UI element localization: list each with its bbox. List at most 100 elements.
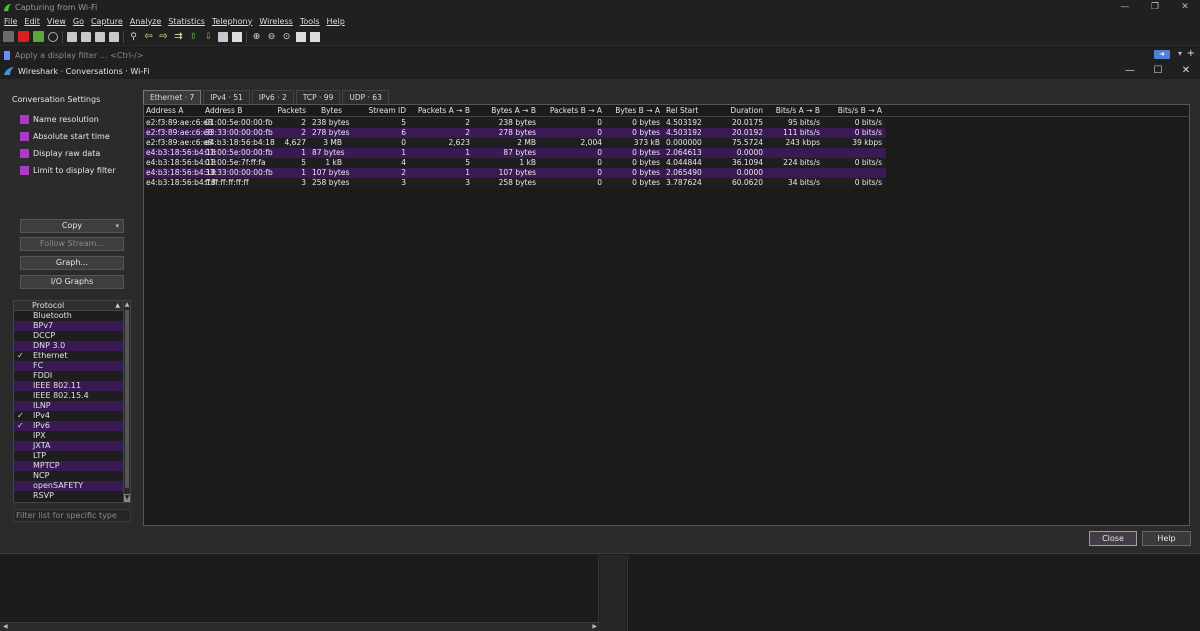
list-item[interactable]: LTP — [14, 451, 124, 461]
list-item[interactable]: FC — [14, 361, 124, 371]
list-item[interactable]: MPTCP — [14, 461, 124, 471]
first-packet-icon[interactable]: ⇧ — [188, 31, 199, 42]
protocol-list[interactable]: Protocol ▲ Bluetooth BPv7 DCCP DNP 3.0 ✓ Ethe… — [13, 300, 131, 503]
menu-help[interactable]: Help — [327, 17, 345, 26]
list-item[interactable]: NCP — [14, 471, 124, 481]
apply-filter-icon[interactable]: ➜ — [1154, 50, 1170, 59]
menu-analyze[interactable]: Analyze — [130, 17, 162, 26]
column-header[interactable]: Rel Start — [666, 106, 698, 115]
table-row[interactable]: e2:f3:89:ae:c6:e8 e4:b3:18:56:b4:18 4,627 3… — [144, 138, 886, 148]
scroll-down-icon[interactable]: ▼ — [124, 494, 130, 502]
go-back-icon[interactable]: ⇦ — [143, 31, 154, 42]
menu-file[interactable]: File — [4, 17, 17, 26]
scroll-right-icon[interactable]: ▶ — [592, 623, 597, 630]
close-file-icon[interactable] — [95, 31, 105, 42]
stop-capture-icon[interactable] — [18, 31, 29, 42]
graph-button[interactable]: Graph... — [20, 256, 124, 270]
column-header[interactable]: Bytes — [312, 106, 342, 115]
pane-splitter[interactable] — [600, 555, 626, 631]
list-item[interactable]: ILNP — [14, 401, 124, 411]
follow-stream-button[interactable]: Follow Stream... — [20, 237, 124, 251]
list-item[interactable]: openSAFETY — [14, 481, 124, 491]
menu-view[interactable]: View — [47, 17, 66, 26]
list-item[interactable]: IEEE 802.15.4 — [14, 391, 124, 401]
packet-bytes-pane[interactable] — [627, 555, 1200, 631]
conversations-table[interactable]: Address A Address B Packets Bytes Stream ID P… — [143, 104, 1190, 526]
close-window-button[interactable]: ✕ — [1170, 0, 1200, 14]
display-filter-input[interactable]: Apply a display filter … <Ctrl-/> — [15, 51, 143, 60]
absolute-start-time-checkbox[interactable]: Absolute start time — [20, 132, 110, 141]
column-header[interactable]: Bytes A → B — [474, 106, 536, 115]
table-row[interactable]: e4:b3:18:56:b4:18 33:33:00:00:00:fb 1 107 b… — [144, 168, 886, 178]
list-item[interactable]: RSVP — [14, 491, 124, 501]
table-row[interactable]: e4:b3:18:56:b4:18 01:00:5e:7f:ff:fa 5 1 kB 4… — [144, 158, 886, 168]
scroll-up-icon[interactable]: ▲ — [124, 301, 130, 309]
go-forward-icon[interactable]: ⇨ — [158, 31, 169, 42]
protocol-list-scrollbar[interactable]: ▲ ▼ — [123, 301, 130, 502]
autoscroll-icon[interactable] — [218, 31, 228, 42]
normal-size-icon[interactable]: ⊙ — [281, 31, 292, 42]
list-item[interactable]: DNP 3.0 — [14, 341, 124, 351]
protocol-filter-input[interactable]: Filter list for specific type — [13, 509, 131, 522]
last-packet-icon[interactable]: ⇩ — [203, 31, 214, 42]
list-item[interactable]: ✓ Ethernet — [14, 351, 124, 361]
layout-icon[interactable] — [310, 31, 320, 42]
scroll-left-icon[interactable]: ◀ — [3, 623, 8, 630]
column-header[interactable]: Bits/s A → B — [770, 106, 820, 115]
checkbox-checked-icon[interactable] — [20, 166, 29, 175]
menu-wireless[interactable]: Wireless — [259, 17, 292, 26]
copy-button[interactable]: Copy ▾ — [20, 219, 124, 233]
column-header[interactable]: Address B — [205, 106, 242, 115]
column-header[interactable]: Packets A → B — [408, 106, 470, 115]
table-row[interactable]: e2:f3:89:ae:c6:e8 33:33:00:00:00:fb 2 278 b… — [144, 128, 886, 138]
menu-go[interactable]: Go — [73, 17, 84, 26]
tab-ipv4[interactable]: IPv4 · 51 — [203, 90, 250, 104]
check-icon[interactable]: ✓ — [17, 421, 24, 431]
resize-columns-icon[interactable] — [296, 31, 306, 42]
filter-dropdown-icon[interactable]: ▾ — [1178, 49, 1182, 58]
dialog-close-x-button[interactable]: ✕ — [1172, 63, 1200, 79]
bookmark-icon[interactable] — [4, 50, 10, 60]
scrollbar-thumb[interactable] — [125, 310, 129, 488]
reload-file-icon[interactable] — [109, 31, 119, 42]
packet-list-pane[interactable] — [0, 555, 599, 622]
limit-to-display-filter-checkbox[interactable]: Limit to display filter — [20, 166, 116, 175]
table-row[interactable]: e4:b3:18:56:b4:18 01:00:5e:00:00:fb 1 87 by… — [144, 148, 886, 158]
find-packet-icon[interactable]: ⚲ — [128, 31, 139, 42]
menu-tools[interactable]: Tools — [300, 17, 320, 26]
tab-ipv6[interactable]: IPv6 · 2 — [251, 90, 294, 104]
close-button[interactable]: Close — [1089, 531, 1137, 546]
check-icon[interactable]: ✓ — [17, 411, 24, 421]
menu-statistics[interactable]: Statistics — [168, 17, 205, 26]
zoom-out-icon[interactable]: ⊖ — [266, 31, 277, 42]
dialog-minimize-button[interactable]: — — [1116, 63, 1144, 79]
checkbox-checked-icon[interactable] — [20, 115, 29, 124]
tab-tcp[interactable]: TCP · 99 — [295, 90, 341, 104]
menu-telephony[interactable]: Telephony — [212, 17, 252, 26]
maximize-button[interactable]: ❐ — [1140, 0, 1170, 14]
list-item[interactable]: Bluetooth — [14, 311, 124, 321]
help-button[interactable]: Help — [1142, 531, 1191, 546]
name-resolution-checkbox[interactable]: Name resolution — [20, 115, 99, 124]
capture-options-icon[interactable] — [48, 31, 58, 42]
column-header[interactable]: Stream ID — [344, 106, 406, 115]
table-row[interactable]: e2:f3:89:ae:c6:e8 01:00:5e:00:00:fb 2 238 b… — [144, 118, 886, 128]
horizontal-scrollbar[interactable]: ◀ ▶ — [0, 622, 600, 631]
tab-ethernet[interactable]: Ethernet · 7 — [143, 90, 202, 104]
checkbox-checked-icon[interactable] — [20, 149, 29, 158]
list-item[interactable]: IPX — [14, 431, 124, 441]
io-graphs-button[interactable]: I/O Graphs — [20, 275, 124, 289]
column-header[interactable]: Duration — [711, 106, 763, 115]
list-item[interactable]: DCCP — [14, 331, 124, 341]
list-item[interactable]: IEEE 802.11 — [14, 381, 124, 391]
check-icon[interactable]: ✓ — [17, 351, 24, 361]
list-item[interactable]: JXTA — [14, 441, 124, 451]
save-file-icon[interactable] — [81, 31, 91, 42]
list-item[interactable]: ✓ IPv4 — [14, 411, 124, 421]
list-item[interactable]: ✓ IPv6 — [14, 421, 124, 431]
checkbox-checked-icon[interactable] — [20, 132, 29, 141]
menu-capture[interactable]: Capture — [91, 17, 123, 26]
minimize-button[interactable]: — — [1110, 0, 1140, 14]
protocol-column-header[interactable]: Protocol ▲ — [14, 301, 130, 311]
tab-udp[interactable]: UDP · 63 — [342, 90, 389, 104]
